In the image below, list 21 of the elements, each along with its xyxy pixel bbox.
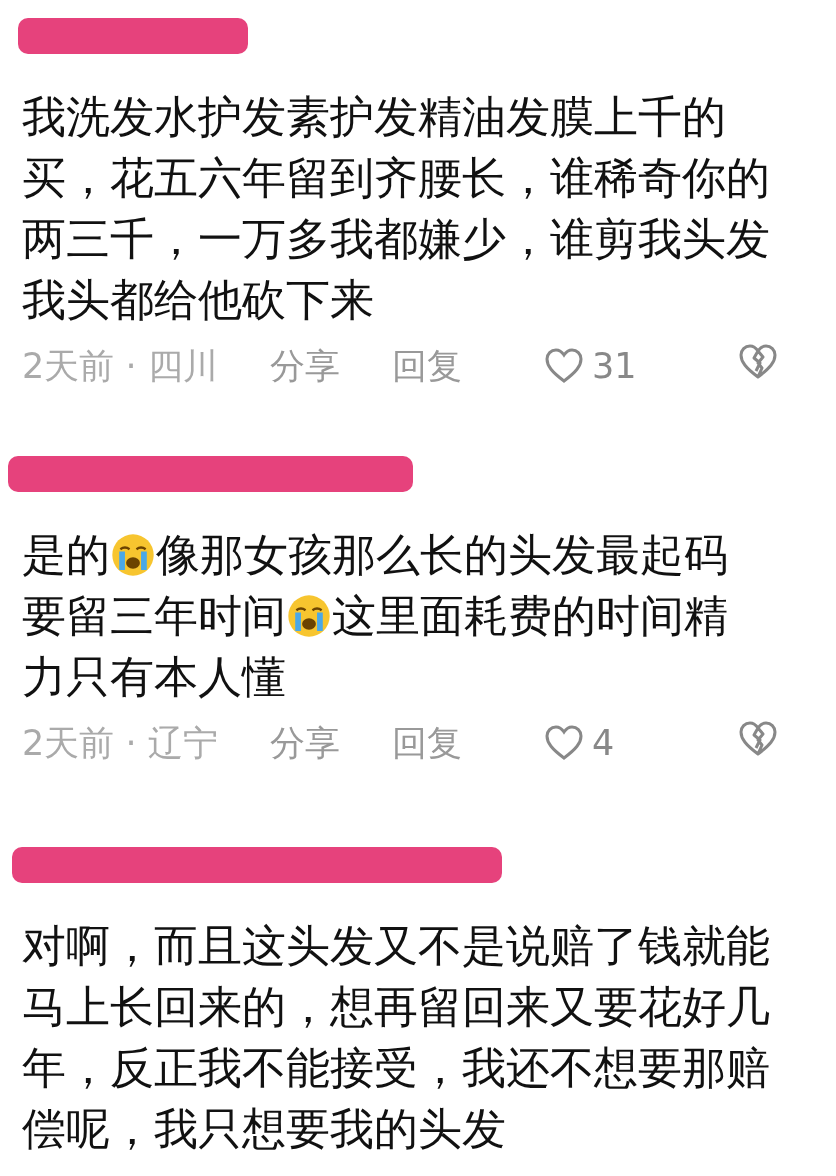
comment-text: 这里面耗费的时间精 [332,590,728,641]
crying-emoji-icon [286,593,332,639]
comment-text: 是的 [22,529,110,580]
crying-emoji-icon [110,532,156,578]
broken-heart-icon[interactable] [738,721,778,757]
broken-heart-icon[interactable] [738,344,778,380]
reply-link[interactable]: 回复 [391,342,462,390]
time-location: 2天前 · 四川 [22,344,218,388]
heart-icon[interactable] [544,725,584,761]
comment-text: 对啊，而且这头发又不是说赔了钱就能马上长回来的，想再留回来又要花好几年，反正我不能接受，我还不想要那赔偿呢，我只想要我的头发 [22,920,770,1154]
comment-text: 力只有本人懂 [22,651,286,702]
share-link[interactable]: 分享 [269,719,340,767]
reply-link[interactable]: 回复 [391,719,462,767]
share-link[interactable]: 分享 [269,342,340,390]
comment-text: 我洗发水护发素护发精油发膜上千的买，花五六年留到齐腰长，谁稀奇你的两三千，一万多我都嫌少，谁剪我头发我头都给他砍下来 [22,91,770,325]
like-count: 4 [592,723,615,763]
time-location: 2天前 · 辽宁 [22,721,218,765]
heart-icon[interactable] [544,348,584,384]
like-count: 31 [592,346,637,386]
comment-text: 要留三年时间 [22,590,286,641]
comment-text: 像那女孩那么长的头发最起码 [156,529,728,580]
